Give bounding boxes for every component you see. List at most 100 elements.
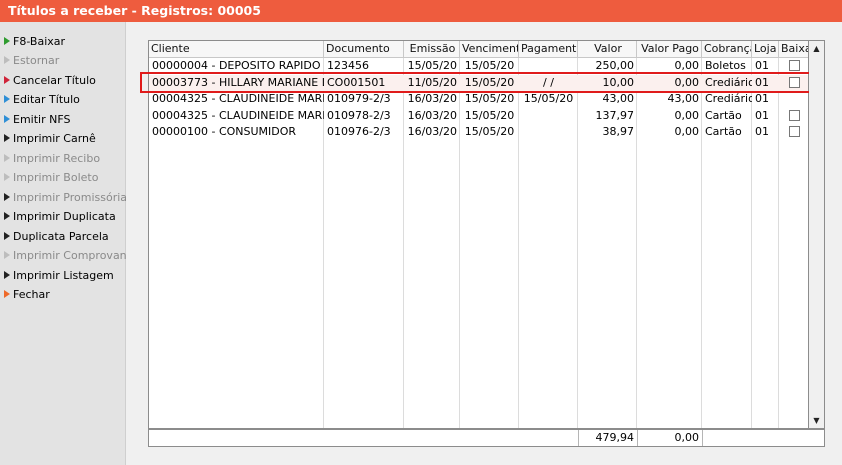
scroll-up-icon[interactable]: ▲ (809, 41, 824, 56)
menu-arrow-icon (4, 271, 10, 279)
cell-pagamento: / / (543, 75, 554, 89)
cell-vencimento: 15/05/20 (464, 108, 515, 122)
cell-cliente: 00003773 - HILLARY MARIANE LAPA (152, 75, 324, 89)
cell-loja: 01 (755, 59, 769, 72)
column-header-documento[interactable]: Documento (324, 41, 404, 57)
table-header: ClienteDocumentoEmissãoVencimentoPagamen… (149, 41, 808, 58)
column-header-cobranca[interactable]: Cobrança (702, 41, 752, 57)
table-row[interactable]: 00004325 - CLAUDINEIDE MARIA CO010979-2/… (149, 91, 808, 107)
table-row[interactable]: 00004325 - CLAUDINEIDE MARIA CO010978-2/… (149, 108, 808, 124)
menu-item-12[interactable]: Imprimir Listagem (4, 268, 114, 284)
menu-arrow-icon (4, 134, 10, 142)
total-valor: 479,94 (578, 430, 637, 446)
menu-item-label: Cancelar Título (13, 74, 96, 87)
column-header-emissao[interactable]: Emissão (404, 41, 460, 57)
menu-item-13[interactable]: Fechar (4, 287, 50, 303)
cell-pagamento (519, 58, 578, 74)
cell-emissao: 15/05/20 (407, 59, 457, 72)
vertical-scrollbar[interactable]: ▲ ▼ (809, 40, 825, 429)
cell-cliente: 00004325 - CLAUDINEIDE MARIA CO (152, 108, 324, 122)
cell-valor_pago: 0,00 (674, 108, 700, 122)
cell-emissao: 16/03/20 (407, 125, 457, 138)
column-header-baixar[interactable]: Baixar (779, 41, 808, 57)
menu-arrow-icon (4, 212, 10, 220)
baixar-checkbox[interactable] (789, 109, 800, 121)
menu-item-label: Estornar (13, 54, 60, 67)
column-header-valor[interactable]: Valor (578, 41, 637, 57)
menu-arrow-icon (4, 37, 10, 45)
column-header-valor_pago[interactable]: Valor Pago (637, 41, 702, 57)
menu-item-label: Fechar (13, 288, 50, 301)
baixar-checkbox[interactable] (789, 126, 800, 137)
menu-arrow-icon (4, 115, 10, 123)
column-header-cliente[interactable]: Cliente (149, 41, 324, 57)
menu-arrow-icon (4, 56, 10, 64)
window-title: Títulos a receber - Registros: 00005 (0, 0, 842, 22)
cell-loja: 01 (755, 75, 769, 89)
cell-valor_pago: 0,00 (674, 59, 700, 72)
menu-item-11[interactable]: Imprimir Comprovante (4, 248, 138, 264)
cell-pagamento (519, 124, 578, 140)
cell-pagamento: 15/05/20 (523, 92, 574, 105)
cell-documento: CO001501 (327, 75, 386, 89)
titles-table[interactable]: ClienteDocumentoEmissãoVencimentoPagamen… (148, 40, 809, 429)
menu-item-10[interactable]: Duplicata Parcela (4, 229, 109, 245)
column-header-vencimento[interactable]: Vencimento (460, 41, 519, 57)
menu-item-0[interactable]: F8-Baixar (4, 34, 65, 50)
cell-documento: 123456 (327, 59, 369, 72)
cell-loja: 01 (755, 125, 769, 138)
cell-valor: 10,00 (602, 75, 635, 89)
cell-emissao: 16/03/20 (407, 108, 457, 122)
menu-arrow-icon (4, 173, 10, 181)
menu-item-6[interactable]: Imprimir Recibo (4, 151, 100, 167)
cell-vencimento: 15/05/20 (464, 92, 515, 105)
menu-item-2[interactable]: Cancelar Título (4, 73, 96, 89)
menu-item-9[interactable]: Imprimir Duplicata (4, 209, 116, 225)
menu-item-label: Emitir NFS (13, 113, 71, 126)
menu-item-label: Imprimir Promissórias (13, 191, 133, 204)
menu-item-label: Imprimir Duplicata (13, 210, 116, 223)
cell-valor_pago: 43,00 (667, 92, 700, 105)
actions-sidebar: F8-Baixar Estornar Cancelar Título Editar T… (0, 22, 138, 465)
menu-arrow-icon (4, 193, 10, 201)
table-row[interactable]: 00000004 - DEPOSITO RAPIDO LOJA 0123456 1… (149, 58, 808, 74)
cell-cobranca: Crediário (705, 92, 752, 105)
menu-item-3[interactable]: Editar Título (4, 92, 80, 108)
table-row[interactable]: 00003773 - HILLARY MARIANE LAPACO001501 1… (149, 74, 808, 91)
menu-item-5[interactable]: Imprimir Carnê (4, 131, 96, 147)
cell-emissao: 16/03/20 (407, 92, 457, 105)
menu-item-4[interactable]: Emitir NFS (4, 112, 70, 128)
menu-item-label: Imprimir Comprovante (13, 249, 138, 262)
menu-item-8[interactable]: Imprimir Promissórias (4, 190, 133, 206)
cell-valor: 38,97 (602, 125, 635, 138)
table-row[interactable]: 00000100 - CONSUMIDOR 010976-2/3 16/03/20 1… (149, 124, 808, 140)
cell-documento: 010976-2/3 (327, 125, 391, 138)
cell-valor: 250,00 (595, 59, 635, 72)
baixar-checkbox[interactable] (789, 60, 800, 71)
cell-cobranca: Cartão (705, 125, 742, 138)
cell-vencimento: 15/05/20 (464, 125, 515, 138)
baixar-checkbox[interactable] (789, 76, 800, 88)
scroll-down-icon[interactable]: ▼ (809, 413, 824, 428)
menu-arrow-icon (4, 154, 10, 162)
cell-cliente: 00000004 - DEPOSITO RAPIDO LOJA 0 (152, 59, 324, 72)
menu-arrow-icon (4, 76, 10, 84)
cell-valor_pago: 0,00 (674, 75, 700, 89)
cell-vencimento: 15/05/20 (464, 59, 515, 72)
menu-item-label: Imprimir Recibo (13, 152, 101, 165)
menu-item-1[interactable]: Estornar (4, 53, 59, 69)
cell-cobranca: Boletos (705, 59, 746, 72)
menu-arrow-icon (4, 232, 10, 240)
cell-loja: 01 (755, 108, 769, 122)
column-header-pagamento[interactable]: Pagamento (519, 41, 578, 57)
menu-item-label: Imprimir Listagem (13, 269, 114, 282)
totals-bar: 479,94 0,00 (148, 429, 825, 447)
cell-valor_pago: 0,00 (674, 125, 700, 138)
menu-item-label: Imprimir Carnê (13, 132, 96, 145)
menu-item-label: F8-Baixar (13, 35, 66, 48)
cell-cliente: 00000100 - CONSUMIDOR (152, 125, 297, 138)
column-header-loja[interactable]: Loja (752, 41, 779, 57)
menu-item-7[interactable]: Imprimir Boleto (4, 170, 98, 186)
cell-documento: 010979-2/3 (327, 92, 391, 105)
cell-valor: 43,00 (602, 92, 635, 105)
